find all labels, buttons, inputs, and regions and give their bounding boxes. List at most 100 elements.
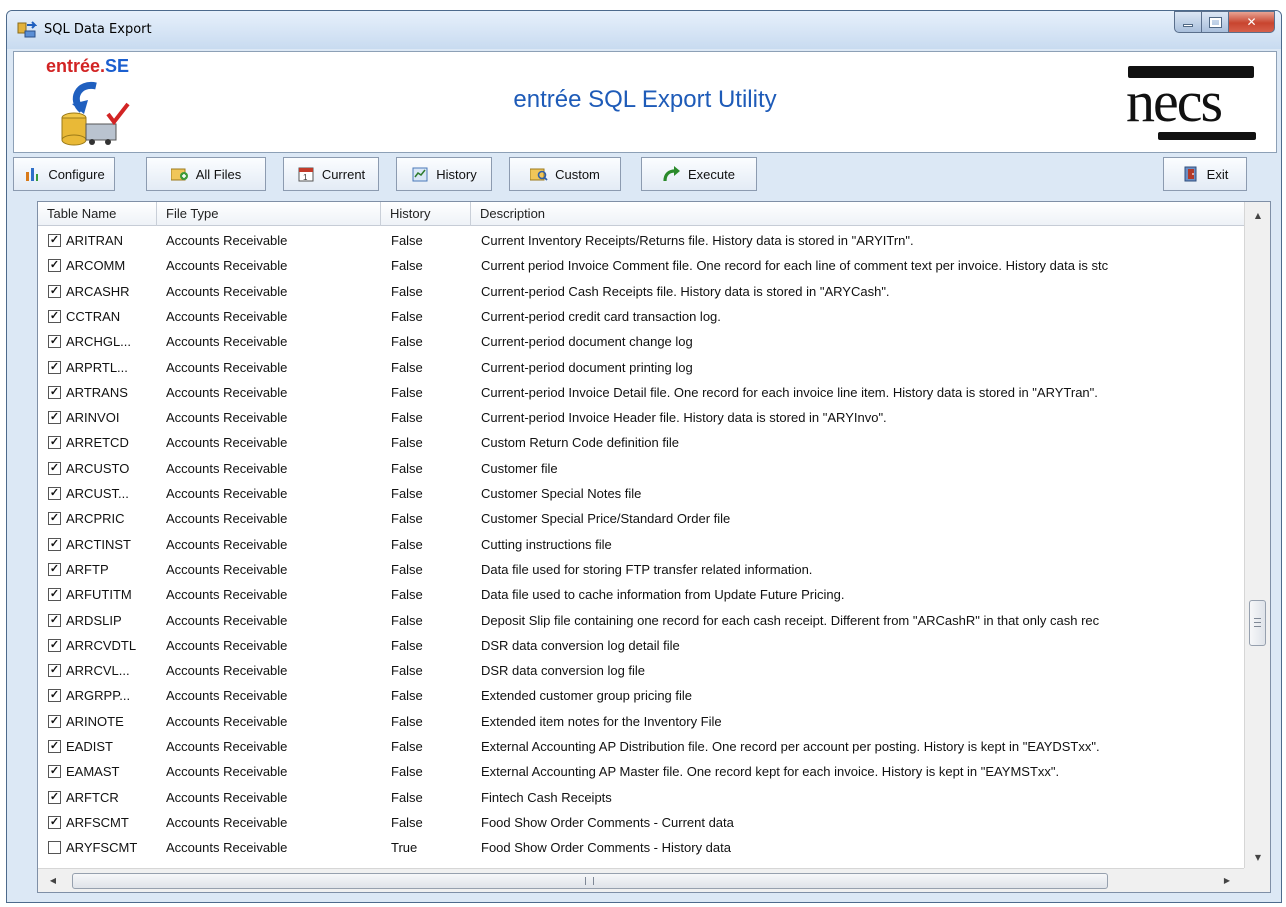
table-row[interactable]: ✓ ARCPRIC Accounts Receivable False Customer… xyxy=(38,506,1244,531)
column-header-description[interactable]: Description xyxy=(471,202,1244,226)
table-row[interactable]: ✓ ARCHGL... Accounts Receivable False Curren… xyxy=(38,329,1244,354)
horizontal-scroll-thumb[interactable] xyxy=(72,873,1108,889)
horizontal-scrollbar[interactable]: ◀ ▶ xyxy=(38,868,1244,892)
table-row[interactable]: ✓ ARINVOI Accounts Receivable False Current-… xyxy=(38,405,1244,430)
row-checkbox[interactable]: ✓ xyxy=(48,309,61,323)
table-row[interactable]: ARYFSCMT Accounts Receivable True Food Show… xyxy=(38,835,1244,860)
table-row[interactable]: ✓ ARFTCR Accounts Receivable False Fintech C… xyxy=(38,785,1244,810)
table-row[interactable]: ✓ CCTRAN Accounts Receivable False Current-p… xyxy=(38,304,1244,329)
table-row[interactable]: ✓ ARCUST... Accounts Receivable False Custom… xyxy=(38,481,1244,506)
row-checkbox[interactable]: ✓ xyxy=(48,815,61,829)
table-name-cell: ARYFSCMT xyxy=(66,840,138,856)
row-checkbox[interactable]: ✓ xyxy=(48,461,61,475)
row-checkbox[interactable]: ✓ xyxy=(48,537,61,551)
table-row[interactable]: ✓ ARCTINST Accounts Receivable False Cutting… xyxy=(38,532,1244,557)
table-row[interactable]: ✓ ARCOMM Accounts Receivable False Current p… xyxy=(38,253,1244,278)
description-cell: Deposit Slip file containing one record … xyxy=(481,612,1100,628)
row-checkbox[interactable]: ✓ xyxy=(48,714,61,728)
table-name-cell: ARCTINST xyxy=(66,536,131,552)
row-checkbox[interactable]: ✓ xyxy=(48,765,61,779)
row-checkbox[interactable]: ✓ xyxy=(48,284,61,298)
table-name-cell: ARINVOI xyxy=(66,410,120,426)
description-cell: Customer Special Notes file xyxy=(481,486,642,501)
description-cell: Current Inventory Receipts/Returns file.… xyxy=(481,233,914,248)
row-checkbox[interactable]: ✓ xyxy=(48,588,61,602)
execute-button[interactable]: Execute xyxy=(641,157,757,191)
maximize-button[interactable] xyxy=(1202,11,1229,33)
configure-button[interactable]: Configure xyxy=(13,157,115,191)
row-checkbox[interactable]: ✓ xyxy=(48,360,61,374)
exit-label: Exit xyxy=(1206,166,1229,182)
table-row[interactable]: ✓ ARFUTITM Accounts Receivable False Data fi… xyxy=(38,582,1244,607)
row-checkbox[interactable]: ✓ xyxy=(48,689,61,703)
table-row[interactable]: ✓ EADIST Accounts Receivable False External … xyxy=(38,734,1244,759)
row-checkbox[interactable]: ✓ xyxy=(48,234,61,247)
history-cell: False xyxy=(391,789,423,805)
table-row[interactable]: ✓ ARDSLIP Accounts Receivable False Deposit … xyxy=(38,608,1244,633)
file-type-cell: Accounts Receivable xyxy=(166,587,288,603)
scroll-right-icon[interactable]: ▶ xyxy=(1216,869,1238,893)
description-cell: Food Show Order Comments - Current data xyxy=(481,814,734,830)
column-header-table-name[interactable]: Table Name xyxy=(38,202,157,226)
table-row[interactable]: ✓ ARFTP Accounts Receivable False Data file … xyxy=(38,557,1244,582)
exit-button[interactable]: Exit xyxy=(1163,157,1247,191)
table-name-cell: ARITRAN xyxy=(66,233,124,248)
table-list[interactable]: Table Name File Type History Description… xyxy=(37,201,1271,893)
table-row[interactable]: ✓ ARCASHR Accounts Receivable False Current-… xyxy=(38,279,1244,304)
table-row[interactable]: ✓ ARGRPP... Accounts Receivable False Extend… xyxy=(38,683,1244,708)
row-checkbox[interactable]: ✓ xyxy=(48,436,61,450)
row-checkbox[interactable]: ✓ xyxy=(48,664,61,678)
table-name-cell: ARFTCR xyxy=(66,789,119,805)
column-header-file-type[interactable]: File Type xyxy=(157,202,381,226)
table-row[interactable]: ✓ ARRETCD Accounts Receivable False Custom R… xyxy=(38,430,1244,455)
description-cell: Extended customer group pricing file xyxy=(481,688,693,704)
vertical-scroll-thumb[interactable] xyxy=(1249,600,1266,646)
row-checkbox[interactable]: ✓ xyxy=(48,487,61,500)
title-bar[interactable]: SQL Data Export ✕ xyxy=(7,11,1281,49)
row-checkbox[interactable]: ✓ xyxy=(48,512,61,526)
maximize-icon xyxy=(1208,16,1222,28)
row-checkbox[interactable] xyxy=(48,841,61,855)
file-type-cell: Accounts Receivable xyxy=(166,334,288,350)
row-checkbox[interactable]: ✓ xyxy=(48,613,61,627)
table-name-cell: ARCUST... xyxy=(66,486,129,501)
description-cell: Custom Return Code definition file xyxy=(481,435,679,451)
history-cell: False xyxy=(391,561,423,577)
row-checkbox[interactable]: ✓ xyxy=(48,740,61,753)
table-row[interactable]: ✓ ARTRANS Accounts Receivable False Current-… xyxy=(38,380,1244,405)
scroll-up-icon[interactable]: ▲ xyxy=(1245,206,1271,226)
table-row[interactable]: ✓ EAMAST Accounts Receivable False External … xyxy=(38,759,1244,784)
table-name-cell: ARCHGL... xyxy=(66,334,132,350)
table-row[interactable]: ✓ ARRCVL... Accounts Receivable False DSR da… xyxy=(38,658,1244,683)
column-header-history[interactable]: History xyxy=(381,202,471,226)
row-checkbox[interactable]: ✓ xyxy=(48,638,61,652)
minimize-button[interactable] xyxy=(1174,11,1202,33)
header-banner: entrée.SE entrée SQL Export Utility necs xyxy=(13,51,1277,153)
vertical-scrollbar[interactable]: ▲ ▼ xyxy=(1244,202,1270,868)
table-row[interactable]: ✓ ARPRTL... Accounts Receivable False Curren… xyxy=(38,355,1244,380)
history-button[interactable]: History xyxy=(396,157,492,191)
scroll-down-icon[interactable]: ▼ xyxy=(1245,848,1271,868)
table-row[interactable]: ✓ ARINOTE Accounts Receivable False Extended… xyxy=(38,709,1244,734)
necs-logo: necs xyxy=(1126,66,1260,142)
all-files-label: All Files xyxy=(195,166,242,182)
file-type-cell: Accounts Receivable xyxy=(166,612,288,628)
close-button[interactable]: ✕ xyxy=(1229,11,1275,33)
table-row[interactable]: ✓ ARFSCMT Accounts Receivable False Food Sho… xyxy=(38,810,1244,835)
current-button[interactable]: 1 Current xyxy=(283,157,379,191)
row-checkbox[interactable]: ✓ xyxy=(48,411,61,425)
table-row[interactable]: ✓ ARCUSTO Accounts Receivable False Customer… xyxy=(38,456,1244,481)
row-checkbox[interactable]: ✓ xyxy=(48,562,61,576)
custom-button[interactable]: Custom xyxy=(509,157,621,191)
row-checkbox[interactable]: ✓ xyxy=(48,790,61,804)
table-row[interactable]: ✓ ARITRAN Accounts Receivable False Current … xyxy=(38,228,1244,253)
description-cell: Current-period document change log xyxy=(481,334,693,350)
file-type-cell: Accounts Receivable xyxy=(166,713,288,729)
necs-logo-bar-bottom xyxy=(1158,132,1256,140)
row-checkbox[interactable]: ✓ xyxy=(48,259,61,273)
table-row[interactable]: ✓ ARRCVDTL Accounts Receivable False DSR dat… xyxy=(38,633,1244,658)
all-files-button[interactable]: All Files xyxy=(146,157,266,191)
row-checkbox[interactable]: ✓ xyxy=(48,335,61,349)
scroll-left-icon[interactable]: ◀ xyxy=(42,869,64,893)
row-checkbox[interactable]: ✓ xyxy=(48,385,61,399)
